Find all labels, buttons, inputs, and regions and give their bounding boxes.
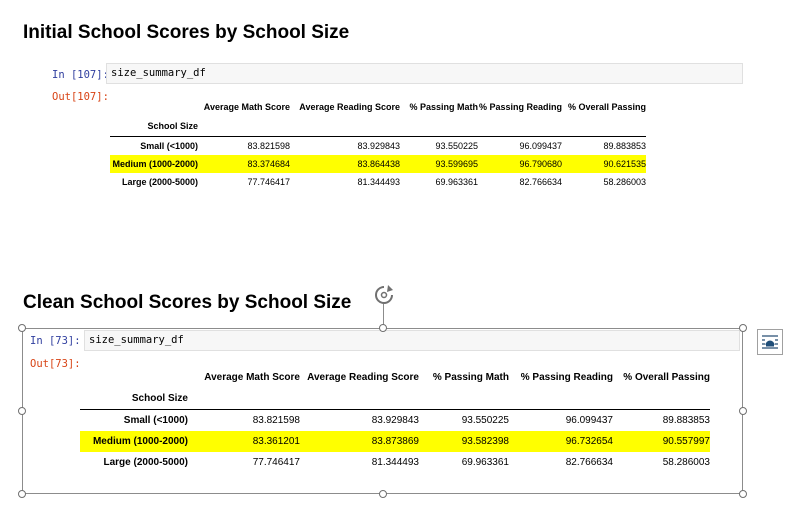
table-row-highlighted: Medium (1000-2000) 83.361201 83.873869 9… [80,431,710,452]
table-row: Large (2000-5000) 77.746417 81.344493 69… [80,452,711,473]
table-row-highlighted: Medium (1000-2000) 83.374684 83.864438 9… [110,155,646,173]
table-cell: 81.344493 [357,177,400,187]
table-cell: 83.821598 [198,136,290,155]
resize-handle-bottom-right[interactable] [739,490,747,498]
resize-handle-middle-left[interactable] [18,407,26,415]
row-label: Medium (1000-2000) [110,155,198,173]
index-name-header: School Size [147,121,198,131]
top-in-prompt: In [107]: [52,69,109,81]
column-header: Average Reading Score [299,102,400,112]
table-cell: 83.864438 [290,155,400,173]
table-cell: 96.790680 [478,155,562,173]
table-cell: 83.821598 [188,409,300,431]
blank-header [110,98,198,116]
table-cell: 83.929843 [300,409,419,431]
column-header: % Passing Math [432,371,509,383]
initial-summary-table: Average Math Score Average Reading Score… [110,98,646,191]
table-cell: 81.344493 [371,457,419,468]
resize-handle-top-right[interactable] [739,324,747,332]
table-cell: 93.599695 [400,155,478,173]
table-cell: 90.621535 [562,155,646,173]
table-cell: 83.929843 [290,136,400,155]
table-cell: 83.873869 [300,431,419,452]
table-row: Small (<1000) 83.821598 83.929843 93.550… [80,409,710,431]
table-cell: 58.286003 [662,457,710,468]
row-label: Large (2000-5000) [121,177,198,187]
clean-summary-table: Average Math Score Average Reading Score… [80,367,710,473]
column-header: % Passing Math [409,102,478,112]
table-cell: 89.883853 [613,409,710,431]
rotate-handle-icon[interactable] [373,284,395,306]
resize-handle-bottom-middle[interactable] [379,490,387,498]
column-header: % Overall Passing [623,371,710,383]
row-label: Medium (1000-2000) [80,431,188,452]
bottom-in-prompt: In [73]: [30,335,81,347]
resize-handle-middle-right[interactable] [739,407,747,415]
table-row: Small (<1000) 83.821598 83.929843 93.550… [110,136,646,155]
table-row: Large (2000-5000) 77.746417 81.344493 69… [110,173,646,191]
column-header: Average Math Score [204,371,300,383]
column-header: Average Math Score [203,102,290,112]
table-cell: 77.746417 [247,177,290,187]
bottom-code-cell[interactable]: size_summary_df [84,330,740,351]
row-label: Large (2000-5000) [103,457,189,468]
table-cell: 69.963361 [435,177,478,187]
table-cell: 89.883853 [562,136,646,155]
table-cell: 93.550225 [419,409,509,431]
resize-handle-top-middle[interactable] [379,324,387,332]
blank-header [80,367,188,387]
top-out-prompt: Out[107]: [52,91,109,103]
column-header: Average Reading Score [307,371,419,383]
table-cell: 82.766634 [519,177,562,187]
clean-scores-heading: Clean School Scores by School Size [23,292,352,313]
index-name-header: School Size [131,392,188,404]
column-header: % Passing Reading [520,371,613,383]
table-cell: 77.746417 [252,457,300,468]
table-cell: 93.550225 [400,136,478,155]
row-label: Small (<1000) [110,136,198,155]
top-code-cell[interactable]: size_summary_df [106,63,743,84]
column-header: % Passing Reading [478,102,562,112]
table-cell: 82.766634 [565,457,613,468]
table-cell: 96.099437 [509,409,613,431]
layout-options-icon [762,335,778,349]
layout-options-button[interactable] [757,329,783,355]
resize-handle-bottom-left[interactable] [18,490,26,498]
table-cell: 83.374684 [198,155,290,173]
table-cell: 69.963361 [461,457,509,468]
table-cell: 96.732654 [509,431,613,452]
table-cell: 83.361201 [188,431,300,452]
table-cell: 96.099437 [478,136,562,155]
table-cell: 58.286003 [603,177,646,187]
table-cell: 90.557997 [613,431,710,452]
resize-handle-top-left[interactable] [18,324,26,332]
column-header: % Overall Passing [567,102,646,112]
row-label: Small (<1000) [80,409,188,431]
bottom-out-prompt: Out[73]: [30,358,81,370]
table-cell: 93.582398 [419,431,509,452]
initial-scores-heading: Initial School Scores by School Size [23,22,350,43]
